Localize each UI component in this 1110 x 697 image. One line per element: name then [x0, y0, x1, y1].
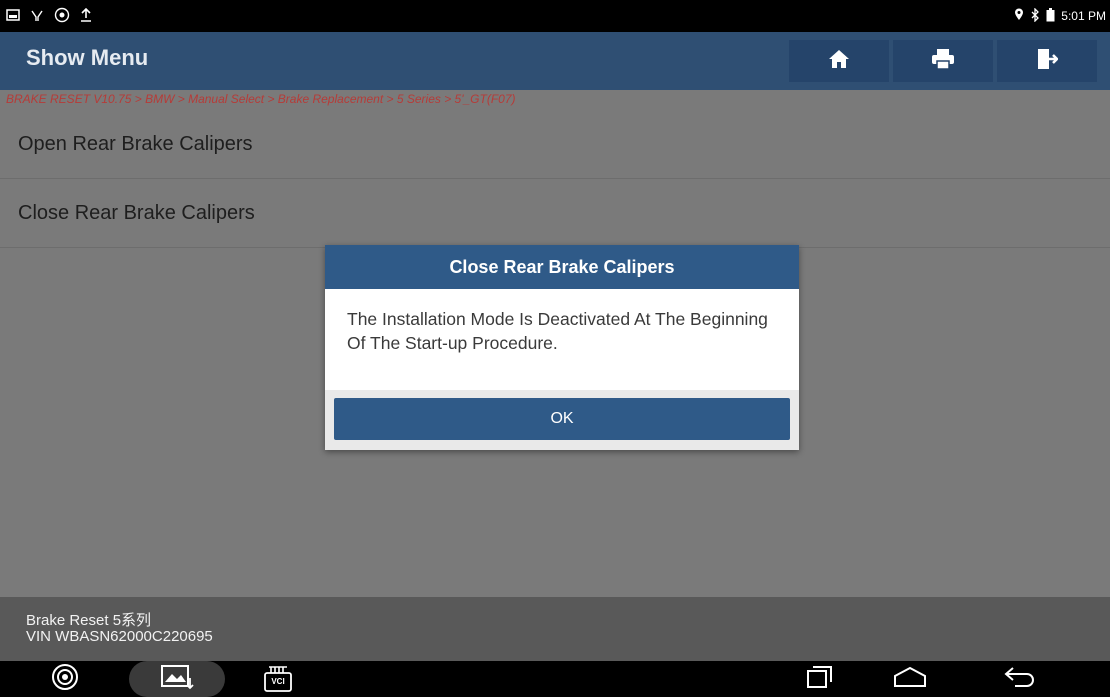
app-header: Show Menu: [0, 32, 1110, 90]
status-time: 5:01 PM: [1061, 9, 1106, 23]
vehicle-info-footer: Brake Reset 5系列 VIN WBASN62000C220695: [0, 597, 1110, 661]
back-icon: [1003, 666, 1037, 693]
home-nav-icon: [892, 666, 928, 693]
upload-icon: [80, 7, 92, 25]
menu-item-label: Open Rear Brake Calipers: [18, 133, 253, 155]
print-icon: [931, 48, 955, 75]
dialog-button-bar: OK: [325, 390, 799, 450]
recent-apps-button[interactable]: [795, 661, 845, 697]
vin-label: VIN WBASN62000C220695: [26, 628, 213, 645]
browser-icon: [51, 663, 79, 696]
screenshot-button[interactable]: [129, 661, 225, 697]
dialog-message: The Installation Mode Is Deactivated At …: [347, 309, 768, 353]
ok-button[interactable]: OK: [334, 398, 790, 440]
home-button[interactable]: [789, 40, 889, 82]
home-icon: [828, 49, 850, 74]
dialog-title: Close Rear Brake Calipers: [325, 245, 799, 289]
vci-icon: VCI: [263, 665, 293, 693]
confirmation-dialog: Close Rear Brake Calipers The Installati…: [325, 245, 799, 450]
print-button[interactable]: [893, 40, 993, 82]
exit-button[interactable]: [997, 40, 1097, 82]
menu-item-label: Close Rear Brake Calipers: [18, 202, 255, 224]
status-bar-left: [6, 2, 92, 30]
settings-badge-icon: [54, 7, 70, 26]
status-bar-right: 5:01 PM: [1014, 2, 1106, 30]
status-bar: 5:01 PM: [0, 0, 1110, 32]
menu-item-close-rear-calipers[interactable]: Close Rear Brake Calipers: [0, 180, 1110, 248]
vci-label: VCI: [271, 677, 285, 686]
breadcrumb: BRAKE RESET V10.75 > BMW > Manual Select…: [6, 92, 516, 106]
bluetooth-icon: [1030, 6, 1040, 25]
page-title: Show Menu: [26, 45, 149, 70]
exit-icon: [1036, 48, 1059, 75]
system-nav-bar: VCI: [0, 661, 1110, 697]
battery-icon: [1046, 7, 1055, 25]
back-button[interactable]: [995, 661, 1045, 697]
notification-image-icon: [6, 8, 20, 24]
vehicle-model-label: Brake Reset 5系列: [26, 612, 152, 629]
vci-button[interactable]: VCI: [253, 661, 303, 697]
location-icon: [1014, 8, 1024, 24]
browser-button[interactable]: [40, 661, 90, 697]
usb-debug-icon: [30, 8, 44, 25]
recent-apps-icon: [805, 665, 835, 694]
menu-item-open-rear-calipers[interactable]: Open Rear Brake Calipers: [0, 111, 1110, 179]
home-nav-button[interactable]: [885, 661, 935, 697]
gallery-download-icon: [160, 664, 194, 695]
